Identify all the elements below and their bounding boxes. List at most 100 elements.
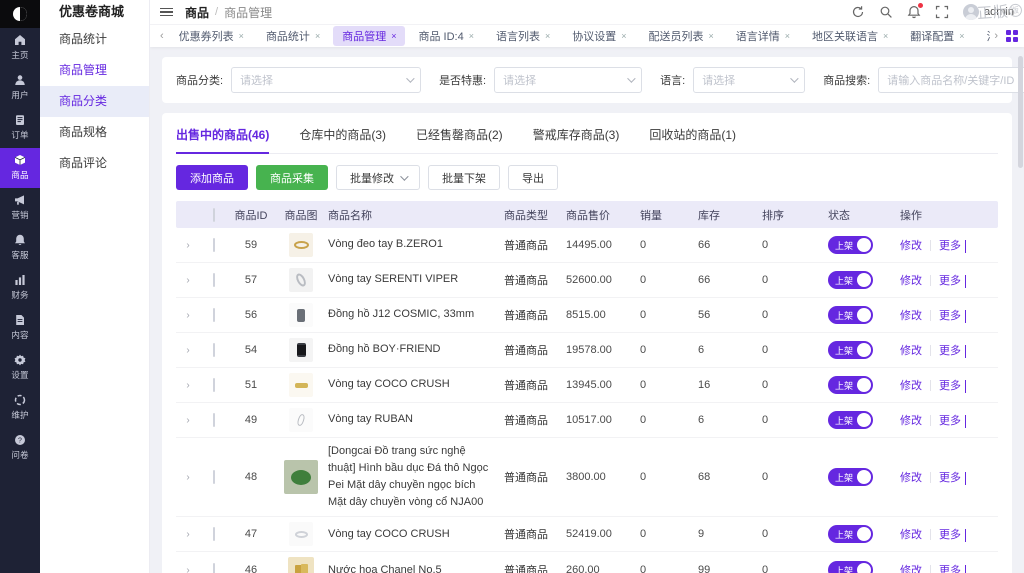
rail-item-service[interactable]: 客服 (0, 228, 40, 268)
product-thumbnail[interactable] (288, 557, 314, 573)
status-toggle[interactable]: 上架 (828, 411, 873, 429)
sidebar-item[interactable]: 商品分类 (40, 86, 149, 117)
product-thumbnail[interactable] (289, 303, 313, 327)
rail-item-order[interactable]: 订单 (0, 108, 40, 148)
open-tab[interactable]: 翻译配置× (901, 26, 973, 46)
row-checkbox[interactable] (213, 273, 215, 287)
edit-link[interactable]: 修改 (900, 237, 922, 253)
product-name[interactable]: Vòng đeo tay B.ZERO1 (328, 236, 504, 253)
rail-item-survey[interactable]: ?问卷 (0, 428, 40, 468)
status-toggle[interactable]: 上架 (828, 341, 873, 359)
open-tab[interactable]: 商品 ID:4× (409, 26, 483, 46)
status-toggle[interactable]: 上架 (828, 271, 873, 289)
row-expand-icon[interactable]: › (176, 310, 200, 321)
sidebar-item[interactable]: 商品评论 (40, 148, 149, 179)
sidebar-item[interactable]: 商品统计 (40, 24, 149, 55)
product-thumbnail[interactable] (284, 460, 318, 494)
toolbar-button[interactable]: 批量修改 (336, 165, 420, 190)
rail-item-content[interactable]: 内容 (0, 308, 40, 348)
product-name[interactable]: Vòng tay SERENTI VIPER (328, 271, 504, 288)
toolbar-button[interactable]: 批量下架 (428, 165, 500, 190)
open-tab[interactable]: 商品管理× (333, 26, 405, 46)
edit-link[interactable]: 修改 (900, 469, 922, 485)
tab-close-icon[interactable]: × (709, 31, 714, 41)
status-toggle[interactable]: 上架 (828, 468, 873, 486)
open-tab[interactable]: 优惠券列表× (170, 26, 253, 46)
toolbar-button[interactable]: 添加商品 (176, 165, 248, 190)
status-tab[interactable]: 警戒库存商品(3) (533, 126, 620, 153)
open-tab[interactable]: 地区关联语言× (803, 26, 897, 46)
more-dropdown[interactable]: 更多 (939, 307, 966, 323)
status-toggle[interactable]: 上架 (828, 561, 873, 573)
edit-link[interactable]: 修改 (900, 272, 922, 288)
product-name[interactable]: Đồng hồ BOY·FRIEND (328, 341, 504, 358)
more-dropdown[interactable]: 更多 (939, 272, 966, 288)
row-expand-icon[interactable]: › (176, 345, 200, 356)
open-tab[interactable]: 商品统计× (257, 26, 329, 46)
row-checkbox[interactable] (213, 413, 215, 427)
edit-link[interactable]: 修改 (900, 562, 922, 573)
product-thumbnail[interactable] (289, 338, 313, 362)
edit-link[interactable]: 修改 (900, 307, 922, 323)
row-checkbox[interactable] (213, 238, 215, 252)
refresh-icon[interactable] (851, 5, 865, 19)
status-tab[interactable]: 回收站的商品(1) (649, 126, 736, 153)
edit-link[interactable]: 修改 (900, 526, 922, 542)
tab-close-icon[interactable]: × (545, 31, 550, 41)
filter-select[interactable]: 请选择 (693, 67, 805, 93)
row-expand-icon[interactable]: › (176, 529, 200, 540)
open-tab[interactable]: 语言详情× (727, 26, 799, 46)
status-tab[interactable]: 仓库中的商品(3) (299, 126, 386, 153)
row-checkbox[interactable] (213, 343, 215, 357)
more-dropdown[interactable]: 更多 (939, 377, 966, 393)
app-logo[interactable] (0, 0, 40, 28)
product-search-input[interactable]: 请输入商品名称/关键字/ID (878, 67, 1024, 93)
notification-bell-icon[interactable] (907, 5, 921, 19)
toolbar-button[interactable]: 商品采集 (256, 165, 328, 190)
open-tab[interactable]: 配送员列表× (640, 26, 723, 46)
row-checkbox[interactable] (213, 308, 215, 322)
rail-item-marketing[interactable]: 营销 (0, 188, 40, 228)
more-dropdown[interactable]: 更多 (939, 412, 966, 428)
edit-link[interactable]: 修改 (900, 342, 922, 358)
open-tab[interactable]: 协议设置× (563, 26, 635, 46)
product-thumbnail[interactable] (289, 408, 313, 432)
breadcrumb-section[interactable]: 商品 (185, 4, 209, 21)
product-thumbnail[interactable] (289, 268, 313, 292)
row-checkbox[interactable] (213, 563, 215, 573)
product-name[interactable]: Vòng tay COCO CRUSH (328, 376, 504, 393)
tabs-scroll-right[interactable]: › (990, 30, 1002, 42)
rail-item-user[interactable]: 用户 (0, 68, 40, 108)
select-all-checkbox[interactable] (213, 208, 215, 222)
tabs-menu-grid-icon[interactable] (1006, 30, 1018, 42)
more-dropdown[interactable]: 更多 (939, 342, 966, 358)
open-tab[interactable]: 消息管理× (978, 26, 991, 46)
product-name[interactable]: [Dongcai Đồ trang sức nghệ thuật] Hình b… (328, 443, 504, 511)
tab-close-icon[interactable]: × (239, 31, 244, 41)
rail-item-maintenance[interactable]: 维护 (0, 388, 40, 428)
tab-close-icon[interactable]: × (469, 31, 474, 41)
tab-close-icon[interactable]: × (391, 31, 396, 41)
tabs-scroll-left[interactable]: ‹ (156, 30, 168, 42)
hamburger-icon[interactable] (160, 8, 173, 17)
more-dropdown[interactable]: 更多 (939, 469, 966, 485)
rail-item-settings[interactable]: 设置 (0, 348, 40, 388)
filter-select[interactable]: 请选择 (494, 67, 642, 93)
row-expand-icon[interactable]: › (176, 240, 200, 251)
product-name[interactable]: Vòng tay RUBAN (328, 411, 504, 428)
status-toggle[interactable]: 上架 (828, 306, 873, 324)
tab-close-icon[interactable]: × (883, 31, 888, 41)
user-avatar[interactable] (963, 4, 979, 20)
row-expand-icon[interactable]: › (176, 275, 200, 286)
row-expand-icon[interactable]: › (176, 380, 200, 391)
status-toggle[interactable]: 上架 (828, 236, 873, 254)
product-name[interactable]: Vòng tay COCO CRUSH (328, 526, 504, 543)
product-name[interactable]: Nước hoa Chanel No.5 (328, 562, 504, 573)
sidebar-item[interactable]: 商品管理 (40, 55, 149, 86)
rail-item-home[interactable]: 主页 (0, 28, 40, 68)
edit-link[interactable]: 修改 (900, 377, 922, 393)
status-toggle[interactable]: 上架 (828, 376, 873, 394)
row-checkbox[interactable] (213, 527, 215, 541)
rail-item-goods[interactable]: 商品 (0, 148, 40, 188)
row-expand-icon[interactable]: › (176, 565, 200, 573)
